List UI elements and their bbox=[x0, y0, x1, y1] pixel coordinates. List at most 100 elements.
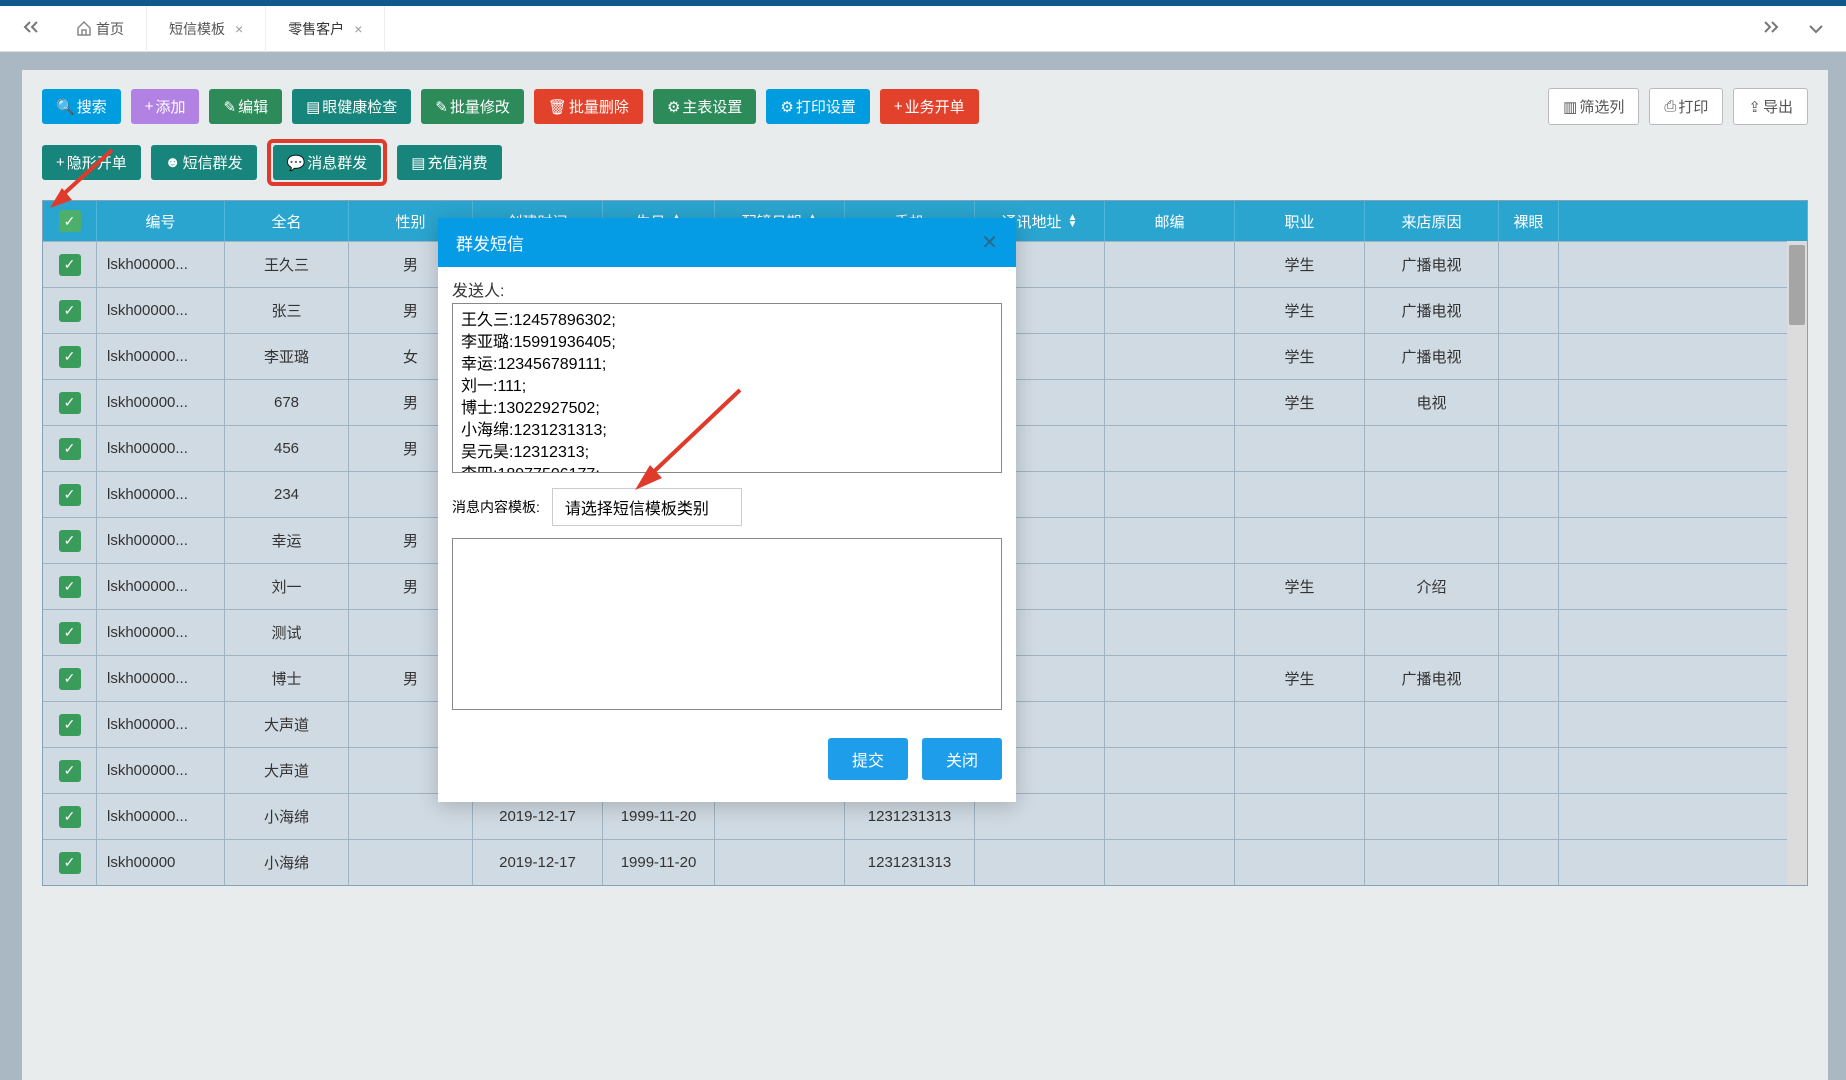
table-row[interactable]: ✓lskh00000小海绵2019-12-171999-11-201231231… bbox=[43, 839, 1807, 885]
batch-delete-button[interactable]: 🗑批量删除 bbox=[534, 89, 643, 124]
cell-zip bbox=[1105, 840, 1235, 885]
col-name[interactable]: 全名 bbox=[225, 201, 349, 241]
close-icon[interactable]: × bbox=[235, 21, 243, 37]
cell-name: 幸运 bbox=[225, 518, 349, 563]
row-checkbox[interactable]: ✓ bbox=[43, 242, 97, 287]
col-zip[interactable]: 邮编 bbox=[1105, 201, 1235, 241]
cell-gender bbox=[349, 840, 473, 885]
template-select[interactable]: 请选择短信模板类别 bbox=[552, 488, 742, 526]
cell-id: lskh00000... bbox=[97, 288, 225, 333]
cell-job bbox=[1235, 702, 1365, 747]
msg-broadcast-button[interactable]: 💬消息群发 bbox=[273, 145, 382, 180]
print-button[interactable]: ⎙打印 bbox=[1649, 88, 1723, 125]
cell-id: lskh00000... bbox=[97, 610, 225, 655]
template-label: 消息内容模板: bbox=[452, 497, 540, 517]
check-icon: ✓ bbox=[59, 484, 81, 506]
table-settings-button[interactable]: ⚙主表设置 bbox=[653, 89, 756, 124]
add-button[interactable]: +添加 bbox=[131, 89, 200, 124]
search-button[interactable]: 🔍搜索 bbox=[42, 89, 121, 124]
sms-broadcast-button[interactable]: ☻短信群发 bbox=[151, 145, 257, 180]
cell-reason: 介绍 bbox=[1365, 564, 1499, 609]
col-job[interactable]: 职业 bbox=[1235, 201, 1365, 241]
row-checkbox[interactable]: ✓ bbox=[43, 702, 97, 747]
business-order-button[interactable]: +业务开单 bbox=[880, 89, 979, 124]
cell-id: lskh00000... bbox=[97, 702, 225, 747]
row-checkbox[interactable]: ✓ bbox=[43, 840, 97, 885]
col-reason[interactable]: 来店原因 bbox=[1365, 201, 1499, 241]
modal-body: 发送人: 消息内容模板: 请选择短信模板类别 bbox=[438, 267, 1016, 724]
close-icon[interactable]: × bbox=[354, 21, 362, 37]
cell-name: 456 bbox=[225, 426, 349, 471]
modal-footer: 提交 关闭 bbox=[438, 724, 1016, 802]
cell-zip bbox=[1105, 380, 1235, 425]
select-all-header[interactable]: ✓ bbox=[43, 201, 97, 241]
check-icon: ✓ bbox=[59, 346, 81, 368]
tabs-scroll-right[interactable] bbox=[1748, 18, 1794, 39]
cell-reason bbox=[1365, 794, 1499, 839]
check-icon: ✓ bbox=[59, 714, 81, 736]
cell-name: 小海绵 bbox=[225, 840, 349, 885]
recharge-button[interactable]: ▤充值消费 bbox=[397, 145, 501, 180]
cell-eye bbox=[1499, 518, 1559, 563]
row-checkbox[interactable]: ✓ bbox=[43, 794, 97, 839]
sms-broadcast-modal: 群发短信 ✕ 发送人: 消息内容模板: 请选择短信模板类别 提交 关闭 bbox=[438, 218, 1016, 802]
cell-job bbox=[1235, 840, 1365, 885]
close-button[interactable]: 关闭 bbox=[922, 738, 1002, 780]
cell-reason: 电视 bbox=[1365, 380, 1499, 425]
row-checkbox[interactable]: ✓ bbox=[43, 426, 97, 471]
batch-edit-button[interactable]: ✎批量修改 bbox=[421, 89, 524, 124]
eye-health-button[interactable]: ▤眼健康检查 bbox=[292, 89, 411, 124]
cell-name: 张三 bbox=[225, 288, 349, 333]
print-settings-button[interactable]: ⚙打印设置 bbox=[766, 89, 869, 124]
col-eye[interactable]: 裸眼 bbox=[1499, 201, 1559, 241]
tabs-dropdown[interactable] bbox=[1794, 18, 1838, 39]
check-icon: ✓ bbox=[59, 300, 81, 322]
plus-icon: + bbox=[56, 154, 65, 171]
edit-button[interactable]: ✎编辑 bbox=[209, 89, 282, 124]
cell-name: 678 bbox=[225, 380, 349, 425]
hidden-order-button[interactable]: +隐形开单 bbox=[42, 145, 141, 180]
tabs-scroll-left[interactable] bbox=[8, 18, 54, 39]
row-checkbox[interactable]: ✓ bbox=[43, 518, 97, 563]
cell-zip bbox=[1105, 702, 1235, 747]
row-checkbox[interactable]: ✓ bbox=[43, 656, 97, 701]
row-checkbox[interactable]: ✓ bbox=[43, 288, 97, 333]
cell-job: 学生 bbox=[1235, 656, 1365, 701]
sender-label: 发送人: bbox=[452, 277, 1002, 301]
export-button[interactable]: ⇪导出 bbox=[1733, 88, 1808, 125]
recipients-textarea[interactable] bbox=[452, 303, 1002, 473]
filter-columns-button[interactable]: ▥筛选列 bbox=[1548, 88, 1639, 125]
tab-retail-customer[interactable]: 零售客户 × bbox=[266, 6, 385, 52]
row-checkbox[interactable]: ✓ bbox=[43, 610, 97, 655]
cell-eye bbox=[1499, 380, 1559, 425]
cell-job bbox=[1235, 794, 1365, 839]
vertical-scrollbar[interactable] bbox=[1787, 241, 1807, 885]
row-checkbox[interactable]: ✓ bbox=[43, 334, 97, 379]
pencil-icon: ✎ bbox=[223, 98, 236, 116]
scrollbar-thumb[interactable] bbox=[1789, 245, 1805, 325]
cell-name: 刘一 bbox=[225, 564, 349, 609]
message-content-area[interactable] bbox=[452, 538, 1002, 710]
search-icon: 🔍 bbox=[56, 98, 75, 116]
tab-home[interactable]: 首页 bbox=[54, 6, 147, 52]
row-checkbox[interactable]: ✓ bbox=[43, 380, 97, 425]
row-checkbox[interactable]: ✓ bbox=[43, 748, 97, 793]
tab-label: 短信模板 bbox=[169, 19, 225, 39]
cell-name: 博士 bbox=[225, 656, 349, 701]
sort-icon: ▲▼ bbox=[1068, 214, 1078, 228]
cell-name: 小海绵 bbox=[225, 794, 349, 839]
row-checkbox[interactable]: ✓ bbox=[43, 472, 97, 517]
col-id[interactable]: 编号 bbox=[97, 201, 225, 241]
tab-sms-template[interactable]: 短信模板 × bbox=[147, 6, 266, 52]
cell-eye bbox=[1499, 840, 1559, 885]
gear-icon: ⚙ bbox=[780, 98, 793, 116]
check-icon: ✓ bbox=[59, 438, 81, 460]
submit-button[interactable]: 提交 bbox=[828, 738, 908, 780]
modal-close-button[interactable]: ✕ bbox=[981, 230, 998, 255]
cell-eye bbox=[1499, 334, 1559, 379]
tab-home-label: 首页 bbox=[96, 19, 124, 39]
card-icon: ▤ bbox=[411, 154, 425, 172]
cell-birth: 1999-11-20 bbox=[603, 840, 715, 885]
modal-header: 群发短信 ✕ bbox=[438, 218, 1016, 267]
row-checkbox[interactable]: ✓ bbox=[43, 564, 97, 609]
